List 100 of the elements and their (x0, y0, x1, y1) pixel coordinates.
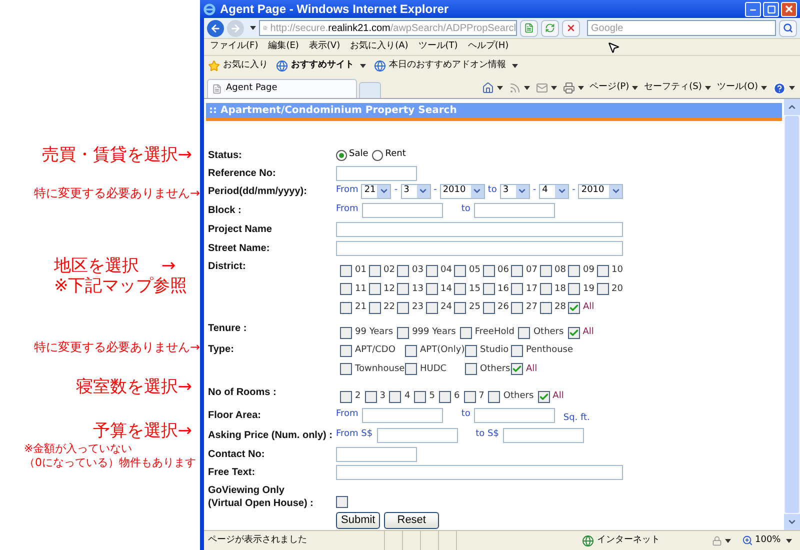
checkbox[interactable] (511, 264, 523, 277)
text-field[interactable] (336, 166, 417, 180)
checkbox[interactable] (389, 390, 402, 403)
checkbox[interactable] (540, 302, 552, 314)
minimize-button[interactable] (745, 2, 761, 16)
back-button[interactable] (207, 20, 224, 36)
checkbox[interactable] (397, 283, 409, 296)
checkbox[interactable] (488, 390, 500, 403)
checkbox[interactable] (540, 264, 552, 277)
text-field[interactable] (362, 408, 444, 422)
text-field[interactable] (376, 428, 458, 442)
favorites-item[interactable]: おすすめサイト (276, 59, 366, 73)
search-button[interactable] (779, 20, 797, 36)
text-field[interactable] (474, 202, 556, 218)
print-button[interactable] (562, 82, 584, 94)
checkbox[interactable] (364, 390, 377, 403)
checkbox[interactable] (454, 302, 466, 314)
checkbox[interactable] (465, 363, 477, 376)
dropdown[interactable]: 3 (400, 184, 431, 198)
checkbox[interactable] (340, 363, 352, 376)
favorites-item[interactable]: お気に入り (208, 59, 268, 73)
form-button[interactable]: Reset (384, 512, 439, 529)
command-menu[interactable]: ツール(O) (716, 81, 767, 95)
checkbox[interactable] (511, 302, 523, 314)
refresh-button[interactable] (541, 20, 559, 36)
checkbox[interactable] (368, 264, 380, 277)
checkbox[interactable] (482, 302, 494, 314)
checkbox[interactable] (568, 302, 580, 314)
checkbox[interactable] (368, 302, 380, 314)
menu-item[interactable]: 表示(V) (308, 40, 340, 54)
checkbox[interactable] (540, 283, 552, 296)
form-button[interactable]: Submit (336, 512, 380, 529)
dropdown[interactable]: 2010 (440, 184, 485, 198)
help-button[interactable] (773, 82, 795, 94)
menu-item[interactable]: ツール(T) (418, 40, 458, 54)
checkbox[interactable] (482, 264, 494, 277)
text-field[interactable] (362, 202, 444, 218)
text-field[interactable] (502, 428, 584, 442)
checkbox[interactable] (397, 264, 409, 277)
menu-item[interactable]: 編集(E) (268, 40, 299, 54)
command-menu[interactable]: セーフティ(S) (644, 81, 711, 95)
text-field[interactable] (336, 222, 623, 237)
checkbox[interactable] (340, 283, 352, 296)
browser-tab[interactable]: Agent Page (207, 79, 357, 98)
checkbox[interactable] (568, 326, 580, 339)
radio-button[interactable] (372, 150, 384, 160)
text-field[interactable] (336, 241, 623, 256)
feed-button[interactable] (508, 82, 530, 94)
checkbox[interactable] (340, 264, 352, 277)
menu-item[interactable]: ファイル(F) (210, 40, 258, 54)
checkbox[interactable] (518, 326, 530, 339)
checkbox[interactable] (340, 302, 352, 314)
checkbox[interactable] (397, 326, 410, 339)
dropdown[interactable]: 21 (361, 184, 392, 198)
text-field[interactable] (336, 465, 623, 480)
radio-button[interactable] (336, 150, 347, 160)
checkbox[interactable] (596, 264, 608, 277)
checkbox[interactable] (340, 344, 352, 357)
search-field[interactable]: Google (587, 20, 776, 36)
compatibility-button[interactable] (520, 20, 538, 36)
maximize-button[interactable] (763, 2, 779, 16)
checkbox[interactable] (511, 363, 523, 376)
checkbox[interactable] (340, 326, 352, 339)
checkbox[interactable] (511, 344, 523, 357)
checkbox[interactable] (454, 283, 466, 296)
menu-item[interactable]: お気に入り(A) (350, 40, 408, 54)
checkbox[interactable] (482, 283, 494, 296)
checkbox[interactable] (511, 283, 523, 296)
checkbox[interactable] (426, 302, 438, 314)
checkbox[interactable] (538, 390, 550, 403)
address-field[interactable]: http://secure.realink21.com/awpSearch/ADPPropSearcl (259, 20, 517, 36)
checkbox[interactable] (368, 283, 380, 296)
dropdown[interactable]: 2010 (578, 184, 624, 198)
checkbox[interactable] (465, 344, 477, 357)
checkbox[interactable] (426, 283, 438, 296)
dropdown[interactable]: 4 (539, 184, 570, 198)
stop-button[interactable] (562, 20, 580, 36)
favorites-item[interactable]: 本日のおすすめアドオン情報 (374, 59, 518, 73)
mail-button[interactable] (536, 82, 557, 94)
close-button[interactable] (781, 2, 797, 16)
scrollbar[interactable] (784, 99, 800, 530)
menu-item[interactable]: ヘルプ(H) (468, 40, 509, 54)
checkbox[interactable] (454, 264, 466, 277)
checkbox[interactable] (596, 283, 608, 296)
checkbox[interactable] (426, 264, 438, 277)
zoom-button[interactable]: 100% (742, 534, 800, 548)
checkbox[interactable] (460, 326, 472, 339)
text-field[interactable] (474, 408, 556, 422)
checkbox[interactable] (568, 264, 580, 277)
command-menu[interactable]: ページ(P) (590, 81, 638, 95)
checkbox[interactable] (568, 283, 580, 296)
checkbox[interactable] (405, 344, 417, 357)
home-button[interactable] (482, 82, 503, 94)
checkbox[interactable] (340, 390, 352, 403)
checkbox[interactable] (464, 390, 476, 403)
dropdown[interactable]: 3 (500, 184, 530, 198)
checkbox[interactable] (397, 302, 409, 314)
checkbox[interactable] (414, 390, 426, 403)
checkbox[interactable] (336, 496, 348, 508)
checkbox[interactable] (438, 390, 451, 403)
